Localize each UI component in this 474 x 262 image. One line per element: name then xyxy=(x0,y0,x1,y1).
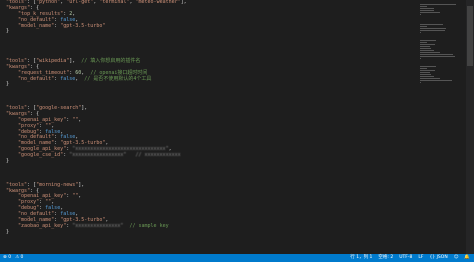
minimap-line xyxy=(420,56,455,57)
code-token: "xxxxxxxxxxxxxxx" xyxy=(72,222,124,229)
code-token: "wikipedia" xyxy=(36,57,70,64)
minimap-line xyxy=(420,74,432,75)
minimap-line xyxy=(420,48,432,49)
code-token: "no_default" xyxy=(6,75,55,82)
status-line-ending[interactable]: LF xyxy=(418,254,423,262)
code-line[interactable]: } xyxy=(0,228,416,236)
minimap-line xyxy=(420,24,443,25)
code-token: "google-search" xyxy=(36,105,82,112)
status-errors[interactable]: ⊗ 0 xyxy=(3,254,11,262)
notifications-bell-icon[interactable]: 🔔 xyxy=(464,254,470,262)
minimap-line xyxy=(420,10,435,11)
minimap-line xyxy=(420,58,421,59)
minimap-line xyxy=(420,12,440,13)
minimap-line xyxy=(420,42,427,43)
code-token: "zaobao_api_key" xyxy=(6,222,67,229)
code-token: , xyxy=(75,75,85,82)
minimap-line xyxy=(420,14,421,15)
minimap-line xyxy=(420,68,427,69)
status-bar-right: 行 1，列 1 空格: 2 UTF-8 LF {} JSON ☺ 🔔 xyxy=(350,254,470,262)
code-token: "xxxxxxxxxxxxxxxxx" xyxy=(69,152,127,159)
code-token: // sample key xyxy=(129,222,169,229)
code-token: ], xyxy=(81,105,88,112)
minimap[interactable] xyxy=(416,0,466,254)
minimap-line xyxy=(420,54,453,55)
minimap-line xyxy=(420,66,436,67)
status-indentation[interactable]: 空格: 2 xyxy=(378,254,393,262)
minimap-line xyxy=(420,46,430,47)
minimap-line xyxy=(420,78,441,79)
minimap-line xyxy=(420,28,446,29)
code-token: "morning-news" xyxy=(36,181,79,188)
minimap-line xyxy=(420,32,421,33)
status-language-mode[interactable]: {} JSON xyxy=(429,254,447,262)
minimap-line xyxy=(420,8,434,9)
minimap-line xyxy=(420,6,427,7)
status-warnings[interactable]: ⚠ 0 xyxy=(15,254,23,262)
code-token: , xyxy=(78,116,82,123)
status-bar: ⊗ 0 ⚠ 0 行 1，列 1 空格: 2 UTF-8 LF {} JSON ☺… xyxy=(0,254,474,262)
code-token: } xyxy=(6,228,10,235)
minimap-line xyxy=(420,70,435,71)
minimap-line xyxy=(420,40,437,41)
vertical-scrollbar[interactable] xyxy=(466,0,474,254)
minimap-line xyxy=(420,4,456,5)
minimap-line xyxy=(420,52,441,53)
status-encoding[interactable]: UTF-8 xyxy=(399,254,412,262)
code-token: "google_cse_id" xyxy=(6,152,64,159)
code-token: "model_name" xyxy=(6,22,55,29)
code-token: } xyxy=(6,28,10,35)
scrollbar-thumb[interactable] xyxy=(467,6,473,66)
code-token: "meteo-weather" xyxy=(135,0,181,5)
minimap-line xyxy=(420,76,435,77)
code-token: // xxxxxxxxxxxx xyxy=(135,152,181,159)
code-token: ], xyxy=(180,0,187,5)
minimap-line xyxy=(420,80,453,81)
code-token: // 是否不使用默认的4个工具 xyxy=(84,75,152,82)
code-token: "python" xyxy=(36,0,61,5)
feedback-icon[interactable]: ☺ xyxy=(454,254,459,262)
code-token: } xyxy=(6,158,10,165)
minimap-line xyxy=(420,72,430,73)
status-cursor-position[interactable]: 行 1，列 1 xyxy=(350,254,372,262)
code-token: ], xyxy=(78,181,85,188)
code-token: false xyxy=(60,75,76,82)
minimap-line xyxy=(420,26,427,27)
code-token: ], xyxy=(69,57,82,64)
minimap-line xyxy=(420,50,435,51)
minimap-line xyxy=(420,30,445,31)
code-token: , xyxy=(78,193,82,200)
code-token: "terminal" xyxy=(99,0,130,5)
status-bar-left: ⊗ 0 ⚠ 0 xyxy=(3,254,23,262)
code-token: } xyxy=(6,81,10,88)
code-token: "url-get" xyxy=(66,0,94,5)
code-token: // 填入你想启用的插件名 xyxy=(81,57,141,64)
code-token: "gpt-3.5-turbo" xyxy=(60,22,106,29)
code-editor[interactable]: "tools": ["python", "url-get", "terminal… xyxy=(0,0,416,254)
minimap-line xyxy=(420,44,435,45)
minimap-line xyxy=(420,82,421,83)
